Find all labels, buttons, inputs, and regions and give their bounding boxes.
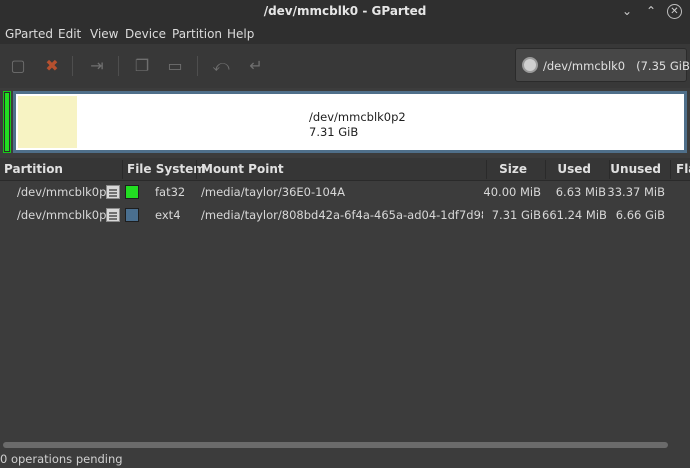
column-header-filesystem[interactable]: File System — [127, 158, 206, 181]
filesystem: fat32 — [155, 185, 186, 199]
mount-point: /media/taylor/808bd42a-6f4a-465a-ad04-1d… — [201, 208, 483, 222]
window-title: /dev/mmcblk0 - GParted — [263, 4, 427, 18]
menu-view[interactable]: View — [90, 27, 118, 41]
column-header-used[interactable]: Used — [546, 158, 591, 181]
menu-help[interactable]: Help — [227, 27, 254, 41]
partition-info-icon — [106, 185, 120, 199]
partition-unused: 6.66 GiB — [615, 208, 665, 222]
filesystem-color-swatch — [125, 185, 139, 199]
column-separator — [670, 160, 671, 179]
device-selector[interactable]: /dev/mmcblk0 (7.35 GiB) — [515, 48, 690, 82]
partition-used: 661.24 MiB — [542, 208, 606, 222]
table-header: Partition File System Mount Point Size U… — [0, 158, 690, 181]
column-header-size[interactable]: Size — [487, 158, 527, 181]
title-bar: /dev/mmcblk0 - GParted ⌄ ⌃ ✕ — [0, 0, 690, 22]
partition-map-p2-size: 7.31 GiB — [309, 125, 359, 139]
menu-partition[interactable]: Partition — [172, 27, 222, 41]
filesystem: ext4 — [155, 208, 181, 222]
partition-map-p1[interactable] — [3, 91, 11, 153]
table-row[interactable]: /dev/mmcblk0p1 fat32 /media/taylor/36E0-… — [0, 181, 690, 204]
resize-move-icon[interactable]: ⇥ — [86, 55, 108, 77]
status-text: 0 operations pending — [0, 452, 123, 466]
partition-map-p2-used — [18, 96, 77, 148]
toolbar-separator — [197, 56, 198, 76]
column-header-mount-point[interactable]: Mount Point — [201, 158, 284, 181]
scrollbar-thumb[interactable] — [3, 442, 668, 448]
paste-icon[interactable]: ▭ — [164, 55, 186, 77]
partition-name: /dev/mmcblk0p1 — [17, 185, 114, 199]
partition-map-p2[interactable]: /dev/mmcblk0p2 7.31 GiB — [13, 91, 687, 153]
menu-edit[interactable]: Edit — [58, 27, 81, 41]
toolbar-separator — [72, 56, 73, 76]
status-bar: 0 operations pending — [0, 450, 690, 468]
horizontal-scrollbar[interactable] — [0, 440, 690, 450]
delete-partition-icon[interactable]: ✖ — [41, 55, 63, 77]
column-separator — [196, 160, 197, 179]
device-label: /dev/mmcblk0 (7.35 GiB) — [543, 59, 690, 73]
partition-info-icon — [106, 208, 120, 222]
partition-map-p2-name: /dev/mmcblk0p2 — [309, 110, 406, 124]
menu-device[interactable]: Device — [125, 27, 166, 41]
filesystem-color-swatch — [125, 208, 139, 222]
mount-point: /media/taylor/36E0-104A — [201, 185, 345, 199]
table-row[interactable]: /dev/mmcblk0p2 ext4 /media/taylor/808bd4… — [0, 204, 690, 227]
close-icon[interactable]: ✕ — [667, 4, 682, 19]
partition-size: 40.00 MiB — [483, 185, 541, 199]
menu-bar: GParted Edit View Device Partition Help — [0, 22, 690, 44]
new-partition-icon[interactable]: ▢ — [7, 55, 29, 77]
partition-unused: 33.37 MiB — [607, 185, 665, 199]
partition-used: 6.63 MiB — [555, 185, 606, 199]
toolbar-separator — [118, 56, 119, 76]
partition-name: /dev/mmcblk0p2 — [17, 208, 114, 222]
hard-disk-icon — [522, 57, 538, 73]
partition-map: /dev/mmcblk0p2 7.31 GiB — [0, 88, 690, 158]
menu-gparted[interactable]: GParted — [5, 27, 53, 41]
apply-icon[interactable]: ↵ — [245, 55, 267, 77]
maximize-icon[interactable]: ⌃ — [642, 2, 660, 20]
minimize-icon[interactable]: ⌄ — [618, 2, 636, 20]
copy-icon[interactable]: ❐ — [131, 55, 153, 77]
undo-icon[interactable]: ⤺ — [210, 55, 232, 77]
partition-size: 7.31 GiB — [491, 208, 541, 222]
column-header-unused[interactable]: Unused — [610, 158, 661, 181]
column-separator — [122, 160, 123, 179]
partition-map-p1-fill — [5, 93, 9, 151]
column-header-partition[interactable]: Partition — [4, 158, 63, 181]
column-header-flags[interactable]: Fla — [676, 158, 690, 181]
